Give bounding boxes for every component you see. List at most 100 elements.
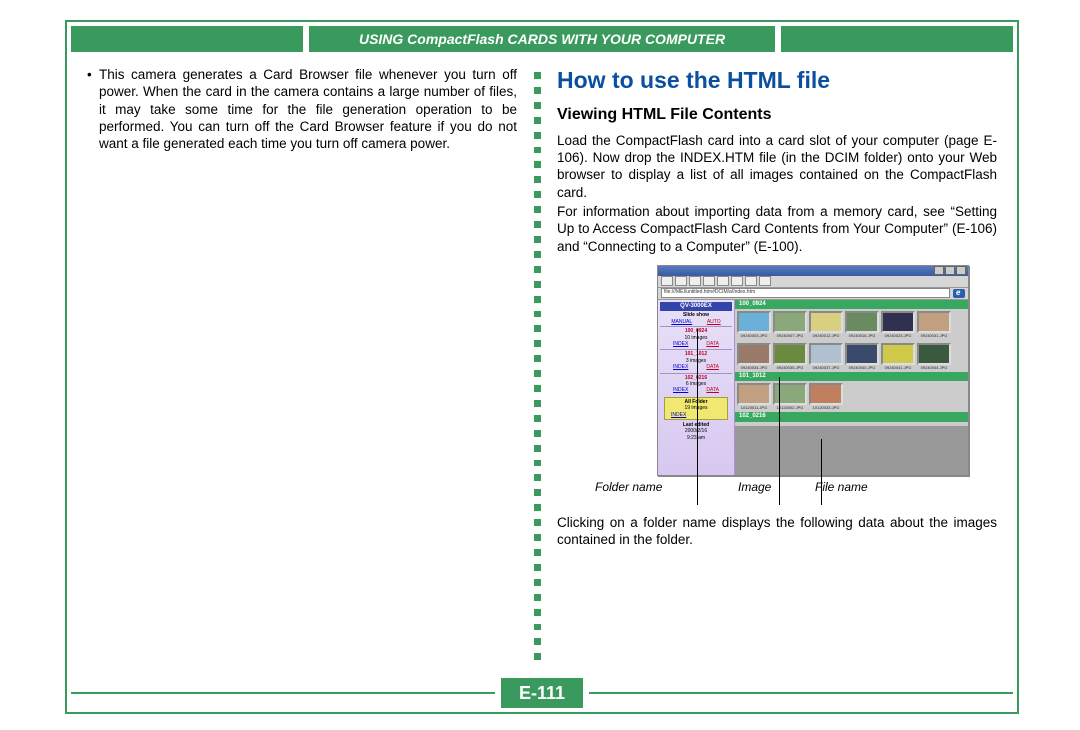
thumbnail[interactable]: 09240003.JPG — [737, 311, 771, 338]
toolbar-button[interactable] — [661, 276, 673, 286]
thumbnail[interactable]: 09240007.JPG — [773, 311, 807, 338]
thumbnail-image — [737, 383, 771, 405]
thumbnail-filename: 09240003.JPG — [737, 333, 771, 338]
thumbnail[interactable]: 09240016.JPG — [845, 311, 879, 338]
toolbar-button[interactable] — [759, 276, 771, 286]
thumbnail[interactable]: 10120033.JPG — [809, 383, 843, 410]
folder-header[interactable]: 102_0216 — [735, 412, 968, 422]
callout-line-folder — [697, 329, 698, 505]
column-divider — [527, 66, 547, 668]
thumbnail-filename: 09240041.JPG — [881, 365, 915, 370]
thumbnail-row: 10120011.JPG10120002.JPG10120033.JPG — [735, 381, 968, 412]
browser-window: file:///MEI/untitled.htm#DCIM/a/Index.ht… — [657, 265, 969, 476]
callout-folder: Folder name — [595, 480, 662, 495]
thumbnail-image — [917, 311, 951, 333]
last-edited-time: 9:23 am — [660, 435, 732, 441]
right-column: How to use the HTML file Viewing HTML Fi… — [547, 66, 997, 668]
index-link[interactable]: INDEX — [673, 364, 688, 370]
toolbar-button[interactable] — [689, 276, 701, 286]
sidebar-folder[interactable]: 102_02166 imagesINDEXDATA — [660, 373, 732, 395]
footer: E-111 — [71, 678, 1013, 708]
browser-main: 100_092409240003.JPG09240007.JPG09240012… — [735, 300, 968, 475]
thumbnail-filename: 10120011.JPG — [737, 405, 771, 410]
thumbnail-image — [773, 311, 807, 333]
thumbnail-filename: 10120033.JPG — [809, 405, 843, 410]
thumbnail-filename: 09240035.JPG — [773, 365, 807, 370]
thumbnail-filename: 09240037.JPG — [809, 365, 843, 370]
thumbnail-image — [845, 343, 879, 365]
section-heading: How to use the HTML file — [557, 66, 997, 95]
thumbnail-filename: 09240012.JPG — [809, 333, 843, 338]
window-titlebar — [658, 266, 968, 276]
all-folder-index[interactable]: INDEX — [667, 412, 725, 418]
thumbnail-image — [881, 343, 915, 365]
thumbnail[interactable]: 10120011.JPG — [737, 383, 771, 410]
sidebar-product: QV-3000EX — [660, 302, 732, 312]
para-2: For information about importing data fro… — [557, 203, 997, 255]
header-title: USING CompactFlash CARDS WITH YOUR COMPU… — [309, 26, 775, 52]
thumbnail[interactable]: 09240041.JPG — [881, 343, 915, 370]
thumbnail-row: 09240003.JPG09240007.JPG09240012.JPG0924… — [735, 309, 968, 340]
close-icon[interactable] — [956, 266, 966, 275]
thumbnail-image — [737, 311, 771, 333]
thumbnail[interactable]: 09240037.JPG — [809, 343, 843, 370]
thumbnail[interactable]: 09240035.JPG — [773, 343, 807, 370]
thumbnail[interactable]: 09240040.JPG — [845, 343, 879, 370]
after-figure-text: Clicking on a folder name displays the f… — [557, 514, 997, 549]
thumbnail-filename: 09240007.JPG — [773, 333, 807, 338]
thumbnail-filename: 09240031.JPG — [917, 333, 951, 338]
thumbnail-image — [809, 343, 843, 365]
sidebar-folder[interactable]: 100_092410 imagesINDEXDATA — [660, 326, 732, 348]
bullet-marker: • — [87, 66, 99, 154]
data-link[interactable]: DATA — [706, 364, 719, 370]
figure: file:///MEI/untitled.htm#DCIM/a/Index.ht… — [557, 265, 997, 504]
left-column: • This camera generates a Card Browser f… — [87, 66, 527, 668]
address-bar: file:///MEI/untitled.htm#DCIM/a/Index.ht… — [658, 288, 968, 300]
thumbnail-filename: 09240034.JPG — [737, 365, 771, 370]
thumbnail[interactable]: 09240012.JPG — [809, 311, 843, 338]
thumbnail[interactable]: 09240031.JPG — [917, 311, 951, 338]
manual-link[interactable]: MANUAL — [671, 319, 692, 325]
header-bar: USING CompactFlash CARDS WITH YOUR COMPU… — [71, 26, 1013, 52]
thumbnail-filename: 09240044.JPG — [917, 365, 951, 370]
thumbnail-image — [773, 343, 807, 365]
sidebar-folder[interactable]: 101_10123 imagesINDEXDATA — [660, 349, 732, 371]
footer-rule-left — [71, 692, 495, 708]
callouts: Folder name Image File name — [557, 480, 997, 504]
folder-header[interactable]: 101_1012 — [735, 372, 968, 382]
index-link[interactable]: INDEX — [673, 387, 688, 393]
thumbnail-filename: 09240023.JPG — [881, 333, 915, 338]
folder-header[interactable]: 100_0924 — [735, 300, 968, 310]
thumbnail[interactable]: 09240034.JPG — [737, 343, 771, 370]
thumbnail-image — [917, 343, 951, 365]
thumbnail[interactable]: 09240044.JPG — [917, 343, 951, 370]
minimize-icon[interactable] — [934, 266, 944, 275]
thumbnail-image — [737, 343, 771, 365]
auto-link[interactable]: AUTO — [707, 319, 721, 325]
maximize-icon[interactable] — [945, 266, 955, 275]
callout-filename: File name — [815, 480, 868, 495]
thumbnail-image — [881, 311, 915, 333]
data-link[interactable]: DATA — [706, 341, 719, 347]
toolbar-button[interactable] — [703, 276, 715, 286]
thumbnail-row — [735, 422, 968, 426]
thumbnail-image — [809, 383, 843, 405]
thumbnail-row: 09240034.JPG09240035.JPG09240037.JPG0924… — [735, 341, 968, 372]
callout-image: Image — [738, 480, 771, 495]
left-bullet-text: This camera generates a Card Browser fil… — [99, 66, 517, 152]
thumbnail-filename: 09240016.JPG — [845, 333, 879, 338]
footer-rule-right — [589, 692, 1013, 708]
data-link[interactable]: DATA — [706, 387, 719, 393]
thumbnail-filename: 09240040.JPG — [845, 365, 879, 370]
toolbar-button[interactable] — [675, 276, 687, 286]
all-folder-box[interactable]: All Folder 19 images INDEX — [664, 397, 728, 420]
address-field[interactable]: file:///MEI/untitled.htm#DCIM/a/Index.ht… — [661, 288, 950, 298]
index-link[interactable]: INDEX — [673, 341, 688, 347]
toolbar-button[interactable] — [731, 276, 743, 286]
thumbnail[interactable]: 09240023.JPG — [881, 311, 915, 338]
thumbnail-image — [845, 311, 879, 333]
thumbnail-image — [809, 311, 843, 333]
toolbar-button[interactable] — [745, 276, 757, 286]
toolbar-button[interactable] — [717, 276, 729, 286]
ie-logo-icon — [953, 289, 965, 298]
